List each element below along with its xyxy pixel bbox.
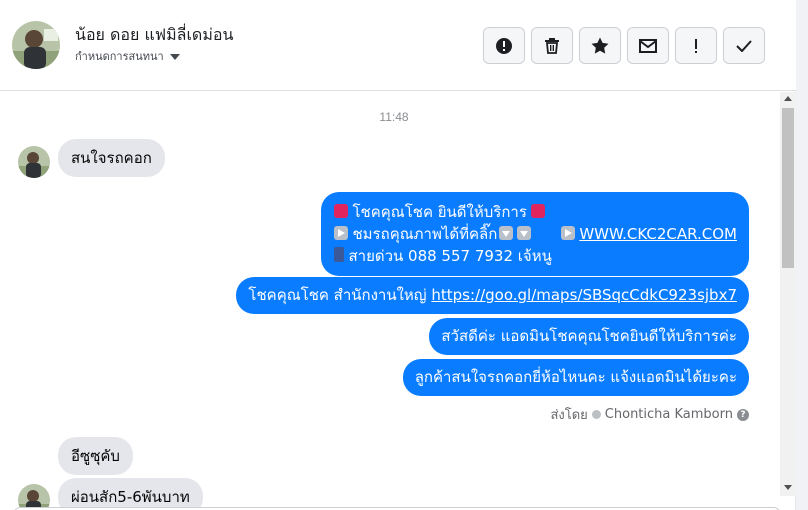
message-line: โชคคุณโชค ยินดีให้บริการ [334,201,737,223]
incoming-message: ผ่อนสัก5-6พันบาท [58,478,203,510]
inbox-conversation-panel: น้อย ดอย แฟมิลี่เดม่อน กำหนดการสนทนา 11:… [0,0,796,510]
emoji-icon [334,204,349,218]
message-line-text: ชมรถคุณภาพได้ที่คลิ๊ก [352,225,498,243]
emoji-icon [530,204,545,218]
outgoing-message: โชคคุณโชค สำนักงานใหญ่ https://goo.gl/ma… [236,277,749,314]
check-circle-icon [591,410,601,419]
website-link[interactable]: WWW.CKC2CAR.COM [579,225,737,243]
mark-done-button[interactable] [723,27,765,64]
sender-name: Chonticha Kamborn [604,407,733,422]
down-arrow-icon [499,226,514,240]
maps-link[interactable]: https://goo.gl/maps/SBSqcCdkC923sjbx7 [431,286,737,304]
star-button[interactable] [579,27,621,64]
alert-circle-icon [496,37,512,54]
scrollbar-thumb[interactable] [782,108,794,268]
scroll-up-icon[interactable] [784,96,792,101]
sent-by-prefix: ส่งโดย [550,408,588,423]
message-thread: 11:48 สนใจรถคอก โชคคุณโชค ยินดีให้บริการ… [0,92,780,510]
help-icon[interactable]: ? [737,408,749,421]
window-edge [796,0,808,510]
message-text: โชคคุณโชค สำนักงานใหญ่ [248,286,432,304]
contact-avatar[interactable] [12,21,60,69]
sent-by-label: ส่งโดย Chonticha Kamborn ? [550,404,749,425]
message-line-text: โชคคุณโชค ยินดีให้บริการ [352,203,527,221]
thread-scrollbar[interactable] [780,92,796,496]
outgoing-message: สวัสดีค่ะ แอดมินโชคคุณโชคยินดีให้บริการค… [429,318,749,355]
trash-icon [545,38,559,54]
play-button-icon [561,226,576,240]
message-line: ชมรถคุณภาพได้ที่คลิ๊ก WWW.CKC2CAR.COM [334,223,737,245]
phone-icon [334,247,345,262]
message-timestamp: 11:48 [379,110,409,124]
outgoing-message: โชคคุณโชค ยินดีให้บริการ ชมรถคุณภาพได้ที… [321,192,749,276]
message-line: สายด่วน 088 557 7932 เจ้หนู [334,245,737,267]
down-arrow-icon [517,226,532,240]
incoming-message: อีซูซุคับ [58,437,133,475]
incoming-message: สนใจรถคอก [58,139,165,177]
assign-label: กำหนดการสนทนา [75,50,164,63]
follow-up-button[interactable] [675,27,717,64]
exclamation-icon [695,38,697,53]
check-icon [736,39,752,52]
conversation-header: น้อย ดอย แฟมิลี่เดม่อน กำหนดการสนทนา [0,0,796,91]
assign-conversation-dropdown[interactable]: กำหนดการสนทนา [75,47,180,65]
contact-name: น้อย ดอย แฟมิลี่เดม่อน [75,25,234,44]
play-button-icon [334,226,349,240]
mark-unread-button[interactable] [627,27,669,64]
delete-button[interactable] [531,27,573,64]
message-line-text: สายด่วน 088 557 7932 เจ้หนู [348,247,552,265]
sender-avatar [18,146,50,178]
header-actions [483,27,765,64]
caret-down-icon [169,53,180,60]
star-icon [591,37,609,54]
scroll-down-icon[interactable] [784,485,792,490]
outgoing-message: ลูกค้าสนใจรถคอกยี่ห้อไหนคะ แจ้งแอดมินได้… [402,359,749,396]
report-spam-button[interactable] [483,27,525,64]
envelope-icon [639,38,657,53]
